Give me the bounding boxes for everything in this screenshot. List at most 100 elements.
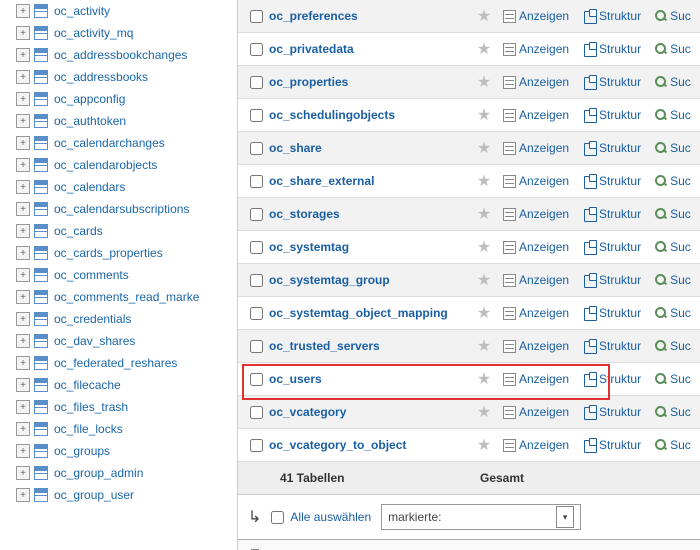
- favorite-star-icon[interactable]: ★: [475, 138, 493, 158]
- table-name-link[interactable]: oc_storages: [269, 207, 469, 221]
- favorite-star-icon[interactable]: ★: [475, 435, 493, 455]
- expand-icon[interactable]: +: [16, 312, 30, 326]
- structure-action[interactable]: Struktur: [579, 339, 645, 353]
- sidebar-item[interactable]: +oc_activity: [0, 0, 237, 22]
- browse-action[interactable]: Anzeigen: [499, 339, 573, 353]
- table-name-link[interactable]: oc_systemtag_group: [269, 273, 469, 287]
- sidebar-item[interactable]: +oc_addressbooks: [0, 66, 237, 88]
- row-checkbox[interactable]: [250, 142, 263, 155]
- search-action[interactable]: Suc: [651, 9, 695, 23]
- browse-action[interactable]: Anzeigen: [499, 174, 573, 188]
- select-all[interactable]: Alle auswählen: [271, 510, 371, 524]
- browse-action[interactable]: Anzeigen: [499, 405, 573, 419]
- sidebar-item[interactable]: +oc_calendars: [0, 176, 237, 198]
- favorite-star-icon[interactable]: ★: [475, 303, 493, 323]
- search-action[interactable]: Suc: [651, 240, 695, 254]
- search-action[interactable]: Suc: [651, 339, 695, 353]
- expand-icon[interactable]: +: [16, 180, 30, 194]
- search-action[interactable]: Suc: [651, 108, 695, 122]
- browse-action[interactable]: Anzeigen: [499, 9, 573, 23]
- browse-action[interactable]: Anzeigen: [499, 108, 573, 122]
- table-name-link[interactable]: oc_vcategory: [269, 405, 469, 419]
- favorite-star-icon[interactable]: ★: [475, 171, 493, 191]
- expand-icon[interactable]: +: [16, 356, 30, 370]
- row-checkbox[interactable]: [250, 406, 263, 419]
- expand-icon[interactable]: +: [16, 48, 30, 62]
- expand-icon[interactable]: +: [16, 268, 30, 282]
- row-checkbox[interactable]: [250, 373, 263, 386]
- sidebar-item[interactable]: +oc_calendarobjects: [0, 154, 237, 176]
- structure-action[interactable]: Struktur: [579, 273, 645, 287]
- sidebar-item[interactable]: +oc_filecache: [0, 374, 237, 396]
- browse-action[interactable]: Anzeigen: [499, 273, 573, 287]
- search-action[interactable]: Suc: [651, 273, 695, 287]
- expand-icon[interactable]: +: [16, 224, 30, 238]
- structure-action[interactable]: Struktur: [579, 306, 645, 320]
- structure-action[interactable]: Struktur: [579, 207, 645, 221]
- browse-action[interactable]: Anzeigen: [499, 141, 573, 155]
- search-action[interactable]: Suc: [651, 141, 695, 155]
- expand-icon[interactable]: +: [16, 466, 30, 480]
- structure-action[interactable]: Struktur: [579, 405, 645, 419]
- favorite-star-icon[interactable]: ★: [475, 336, 493, 356]
- sidebar-item[interactable]: +oc_appconfig: [0, 88, 237, 110]
- row-checkbox[interactable]: [250, 439, 263, 452]
- table-name-link[interactable]: oc_trusted_servers: [269, 339, 469, 353]
- browse-action[interactable]: Anzeigen: [499, 306, 573, 320]
- row-checkbox[interactable]: [250, 43, 263, 56]
- sidebar-item[interactable]: +oc_comments_read_marke: [0, 286, 237, 308]
- expand-icon[interactable]: +: [16, 378, 30, 392]
- sidebar-item[interactable]: +oc_addressbookchanges: [0, 44, 237, 66]
- favorite-star-icon[interactable]: ★: [475, 237, 493, 257]
- sidebar-item[interactable]: +oc_dav_shares: [0, 330, 237, 352]
- expand-icon[interactable]: +: [16, 136, 30, 150]
- sidebar-item[interactable]: +oc_authtoken: [0, 110, 237, 132]
- row-checkbox[interactable]: [250, 10, 263, 23]
- table-name-link[interactable]: oc_share: [269, 141, 469, 155]
- expand-icon[interactable]: +: [16, 400, 30, 414]
- favorite-star-icon[interactable]: ★: [475, 402, 493, 422]
- sidebar-item[interactable]: +oc_files_trash: [0, 396, 237, 418]
- select-all-checkbox[interactable]: [271, 511, 284, 524]
- browse-action[interactable]: Anzeigen: [499, 372, 573, 386]
- structure-action[interactable]: Struktur: [579, 141, 645, 155]
- sidebar-item[interactable]: +oc_file_locks: [0, 418, 237, 440]
- row-checkbox[interactable]: [250, 208, 263, 221]
- expand-icon[interactable]: +: [16, 422, 30, 436]
- row-checkbox[interactable]: [250, 307, 263, 320]
- sidebar-item[interactable]: +oc_group_admin: [0, 462, 237, 484]
- favorite-star-icon[interactable]: ★: [475, 6, 493, 26]
- structure-action[interactable]: Struktur: [579, 174, 645, 188]
- expand-icon[interactable]: +: [16, 202, 30, 216]
- browse-action[interactable]: Anzeigen: [499, 207, 573, 221]
- bulk-action-select[interactable]: markierte: ▾: [381, 504, 581, 530]
- table-name-link[interactable]: oc_users: [269, 372, 469, 386]
- favorite-star-icon[interactable]: ★: [475, 270, 493, 290]
- expand-icon[interactable]: +: [16, 26, 30, 40]
- sidebar-item[interactable]: +oc_cards_properties: [0, 242, 237, 264]
- expand-icon[interactable]: +: [16, 114, 30, 128]
- search-action[interactable]: Suc: [651, 306, 695, 320]
- favorite-star-icon[interactable]: ★: [475, 369, 493, 389]
- structure-action[interactable]: Struktur: [579, 42, 645, 56]
- structure-action[interactable]: Struktur: [579, 108, 645, 122]
- table-name-link[interactable]: oc_privatedata: [269, 42, 469, 56]
- sidebar-item[interactable]: +oc_cards: [0, 220, 237, 242]
- table-name-link[interactable]: oc_properties: [269, 75, 469, 89]
- expand-icon[interactable]: +: [16, 70, 30, 84]
- row-checkbox[interactable]: [250, 76, 263, 89]
- browse-action[interactable]: Anzeigen: [499, 240, 573, 254]
- row-checkbox[interactable]: [250, 109, 263, 122]
- search-action[interactable]: Suc: [651, 207, 695, 221]
- structure-action[interactable]: Struktur: [579, 9, 645, 23]
- favorite-star-icon[interactable]: ★: [475, 72, 493, 92]
- search-action[interactable]: Suc: [651, 438, 695, 452]
- search-action[interactable]: Suc: [651, 75, 695, 89]
- row-checkbox[interactable]: [250, 241, 263, 254]
- favorite-star-icon[interactable]: ★: [475, 105, 493, 125]
- row-checkbox[interactable]: [250, 340, 263, 353]
- structure-action[interactable]: Struktur: [579, 240, 645, 254]
- structure-action[interactable]: Struktur: [579, 372, 645, 386]
- table-name-link[interactable]: oc_preferences: [269, 9, 469, 23]
- expand-icon[interactable]: +: [16, 334, 30, 348]
